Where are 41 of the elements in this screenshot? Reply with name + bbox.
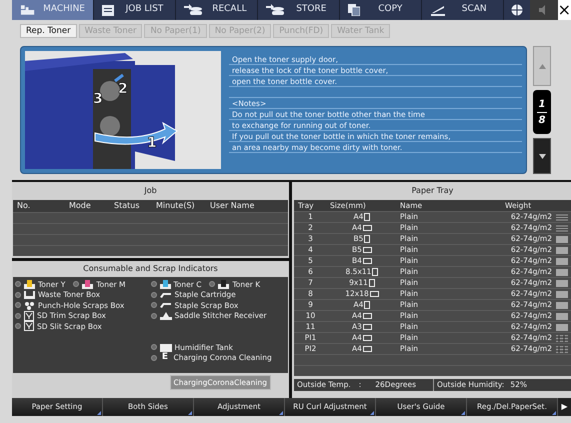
tank-icon [160,342,172,352]
indicator-lamp [209,281,216,288]
callout-number: 2 [118,81,128,97]
mode-tab[interactable]: MACHINE [12,0,94,20]
up-triangle-icon [538,64,546,68]
landscape-paper-icon [370,291,379,297]
saddle-icon [160,311,172,320]
callout-number: 3 [93,91,103,107]
staple-icon [160,302,172,308]
waste-box-icon [24,290,35,299]
scan-icon [430,4,446,16]
column-header: No. [17,200,32,212]
column-header: Mode [69,200,92,212]
list-icon [102,4,114,16]
scrap-box-icon [24,310,34,321]
stack-icon [266,4,284,16]
copy-icon [348,4,360,16]
portrait-paper-icon [364,235,370,243]
column-header: User Name [210,200,256,212]
panel-title: Job [143,185,158,197]
scrap-box-icon [24,321,34,332]
page-number: 1 [538,98,546,112]
portrait-paper-icon [364,301,370,309]
portrait-paper-icon [364,213,370,221]
page-total: 8 [538,114,546,128]
indicator-lamp [73,281,80,288]
corona-icon: E [160,353,170,362]
landscape-paper-icon [362,225,372,231]
column-header: Minute(S) [156,200,196,212]
scroll-down-button[interactable] [533,138,551,174]
column-header: Status [114,200,140,212]
machine-icon [20,4,36,16]
staple-icon [160,292,172,298]
stack-icon [184,4,202,16]
alert-tab[interactable]: Rep. Toner [20,24,77,38]
next-button[interactable]: ▶ [558,398,571,416]
panel-title: Paper Tray [410,185,454,197]
panel-title: Consumable and Scrap Indicators [82,263,219,275]
close-button[interactable]: × [558,0,571,20]
punch-icon [24,300,35,310]
down-triangle-icon [538,154,546,158]
